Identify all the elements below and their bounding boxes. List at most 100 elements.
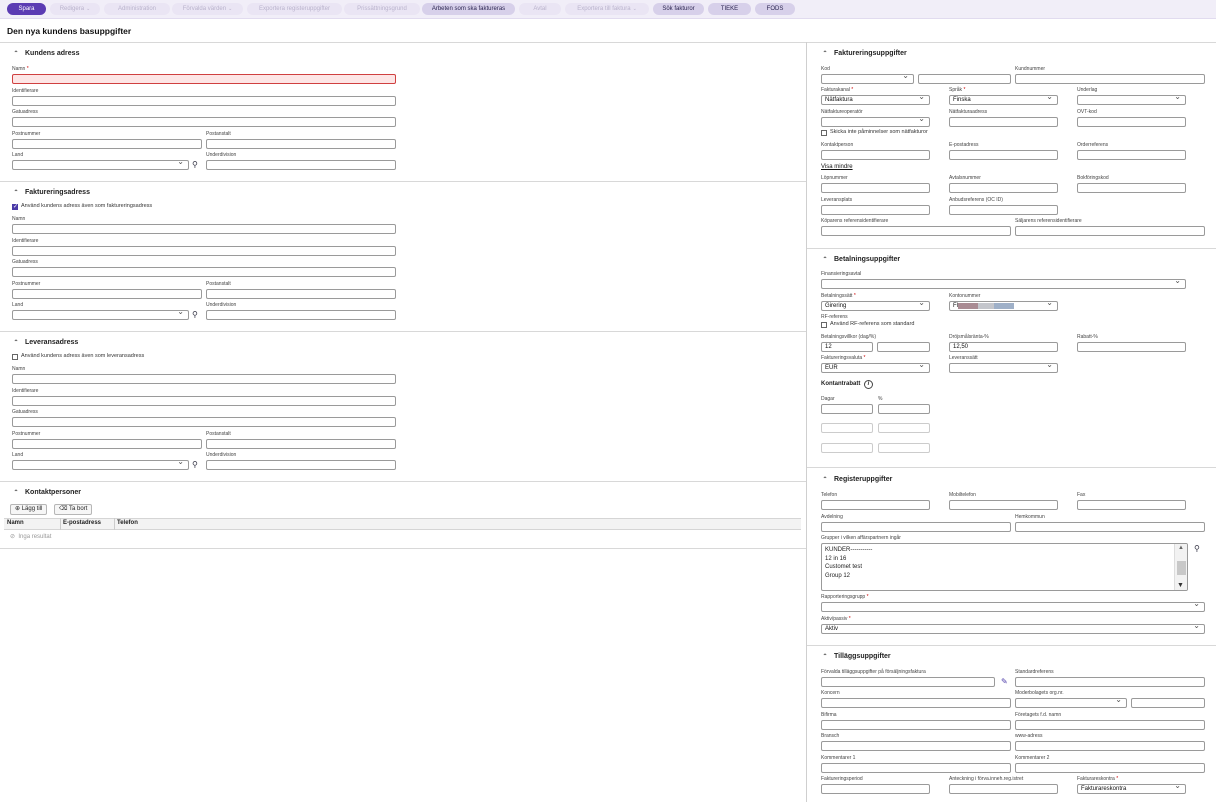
section-contacts[interactable]: ⌃ Kontaktpersoner <box>12 489 81 496</box>
no-reminders-checkbox[interactable] <box>821 130 827 136</box>
column-header-email[interactable]: E-postadress <box>63 520 101 526</box>
scroll-up-icon[interactable]: ▲ <box>1178 545 1184 551</box>
list-item[interactable]: Group 12 <box>822 572 1187 581</box>
column-header-name[interactable]: Namn <box>7 520 24 526</box>
billing-postcode-input[interactable] <box>12 289 202 299</box>
fax-input[interactable] <box>1077 500 1186 510</box>
delivery-postcode-input[interactable] <box>12 439 202 449</box>
seller-reference-input[interactable] <box>1015 226 1205 236</box>
section-billing-address[interactable]: ⌃ Faktureringsadress <box>12 189 90 196</box>
parent-org-input[interactable] <box>1131 698 1205 708</box>
financing-select[interactable] <box>821 279 1186 289</box>
cash-discount-percent-input-1[interactable] <box>878 404 930 414</box>
payment-terms-days-input[interactable]: 12 <box>821 342 873 352</box>
payment-method-select[interactable]: Girering <box>821 301 930 311</box>
chevron-up-icon[interactable]: ⌃ <box>12 339 20 346</box>
section-payment-info[interactable]: ⌃ Betalningsuppgifter <box>821 256 900 263</box>
list-item[interactable]: 12 in 16 <box>822 555 1187 564</box>
www-input[interactable] <box>1015 741 1205 751</box>
work-to-invoice-button[interactable]: Arbeten som ska faktureras <box>422 3 515 15</box>
delivery-subdivision-input[interactable] <box>206 460 396 470</box>
subdivision-input[interactable] <box>206 160 396 170</box>
payment-terms-percent-input[interactable] <box>877 342 930 352</box>
export-register-button[interactable]: Exportera registeruppgifter <box>247 3 342 15</box>
edit-icon[interactable]: ✎ <box>1001 677 1008 687</box>
postcode-input[interactable] <box>12 139 202 149</box>
use-rf-reference-checkbox[interactable] <box>821 322 827 328</box>
list-item[interactable]: Customet test <box>822 563 1187 572</box>
invoice-channel-select[interactable]: Nätfaktura <box>821 95 930 105</box>
name-input[interactable] <box>12 74 396 84</box>
country-select[interactable] <box>12 160 189 170</box>
home-municipality-input[interactable] <box>1015 522 1205 532</box>
chevron-up-icon[interactable]: ⌃ <box>12 489 20 496</box>
section-billing-info[interactable]: ⌃ Faktureringsuppgifter <box>821 50 906 57</box>
ledger-select[interactable]: Fakturareskontra <box>1077 784 1186 794</box>
billing-country-select[interactable] <box>12 310 189 320</box>
contract-number-input[interactable] <box>949 183 1058 193</box>
offer-reference-input[interactable] <box>949 205 1058 215</box>
search-invoices-button[interactable]: Sök fakturor <box>653 3 704 15</box>
section-register-info[interactable]: ⌃ Registeruppgifter <box>821 476 892 483</box>
customer-number-input[interactable] <box>1015 74 1205 84</box>
delivery-street-input[interactable] <box>12 417 396 427</box>
ovt-input[interactable] <box>1077 117 1186 127</box>
tieke-button[interactable]: TIEKE <box>708 3 751 15</box>
export-to-invoice-menu-button[interactable]: Exportera till faktura ⌄ <box>565 3 649 15</box>
cash-discount-percent-input-3[interactable] <box>878 443 930 453</box>
identifier-input[interactable] <box>12 96 396 106</box>
billing-subdivision-input[interactable] <box>206 310 396 320</box>
scrollbar[interactable]: ▲ ▼ <box>1174 544 1187 590</box>
contract-button[interactable]: Avtal <box>519 3 561 15</box>
defaults-menu-button[interactable]: Förvalda värden ⌄ <box>172 3 243 15</box>
code-select[interactable] <box>821 74 914 84</box>
search-icon[interactable]: ⚲ <box>192 460 198 470</box>
parent-org-select[interactable] <box>1015 698 1127 708</box>
delivery-method-select[interactable] <box>949 363 1058 373</box>
discount-input[interactable] <box>1077 342 1186 352</box>
street-input[interactable] <box>12 117 396 127</box>
chevron-up-icon[interactable]: ⌃ <box>821 256 829 263</box>
delivery-country-select[interactable] <box>12 460 189 470</box>
edit-menu-button[interactable]: Redigera ⌄ <box>50 3 100 15</box>
serial-number-input[interactable] <box>821 183 930 193</box>
order-reference-input[interactable] <box>1077 150 1186 160</box>
info-icon[interactable]: i <box>864 380 873 389</box>
net-address-input[interactable] <box>949 117 1058 127</box>
operator-select[interactable] <box>821 117 930 127</box>
delivery-identifier-input[interactable] <box>12 396 396 406</box>
late-interest-input[interactable]: 12,50 <box>949 342 1058 352</box>
billing-name-input[interactable] <box>12 224 396 234</box>
use-customer-address-billing-checkbox[interactable] <box>12 203 18 210</box>
cash-discount-percent-input-2[interactable] <box>878 423 930 433</box>
column-header-phone[interactable]: Telefon <box>117 520 138 526</box>
remove-contact-button[interactable]: ⌫ Ta bort <box>54 504 93 515</box>
former-name-input[interactable] <box>1015 720 1205 730</box>
preset-info-input[interactable] <box>821 677 995 687</box>
billing-postoffice-input[interactable] <box>206 289 396 299</box>
concern-input[interactable] <box>821 698 1011 708</box>
currency-select[interactable]: EUR <box>821 363 930 373</box>
language-select[interactable]: Finska <box>949 95 1058 105</box>
email-input[interactable] <box>949 150 1058 160</box>
postoffice-input[interactable] <box>206 139 396 149</box>
billing-period-input[interactable] <box>821 784 930 794</box>
buyer-reference-input[interactable] <box>821 226 1011 236</box>
chevron-up-icon[interactable]: ⌃ <box>821 653 829 660</box>
scroll-down-icon[interactable]: ▼ <box>1177 582 1184 589</box>
groups-listbox[interactable]: KUNDER----------- 12 in 16 Customet test… <box>821 543 1188 591</box>
branch-input[interactable] <box>821 741 1011 751</box>
chevron-up-icon[interactable]: ⌃ <box>821 50 829 57</box>
show-less-link[interactable]: Visa mindre <box>821 164 853 170</box>
delivery-place-input[interactable] <box>821 205 930 215</box>
search-icon[interactable]: ⚲ <box>192 310 198 320</box>
chevron-up-icon[interactable]: ⌃ <box>821 476 829 483</box>
comment2-input[interactable] <box>1015 763 1205 773</box>
department-input[interactable] <box>821 522 1011 532</box>
fods-button[interactable]: FODS <box>755 3 795 15</box>
cash-discount-days-input-3[interactable] <box>821 443 873 453</box>
section-delivery-address[interactable]: ⌃ Leveransadress <box>12 339 78 346</box>
pricing-basis-button[interactable]: Prissättningsgrund <box>344 3 420 15</box>
save-button[interactable]: Spara <box>7 3 46 15</box>
phone-input[interactable] <box>821 500 930 510</box>
